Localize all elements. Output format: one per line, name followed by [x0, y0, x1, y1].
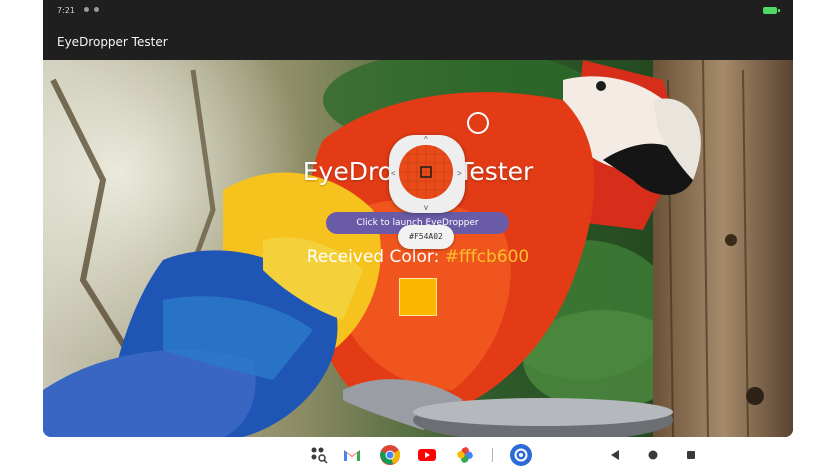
sampled-hex-chip: #F54A02	[398, 225, 454, 249]
main-content[interactable]: EyeDropper Tester Click to launch EyeDro…	[43, 60, 793, 437]
status-bar: 7:21	[43, 0, 793, 24]
notification-icon	[84, 7, 89, 12]
chevron-right-icon[interactable]: >	[457, 170, 462, 178]
chevron-down-icon[interactable]: v	[424, 204, 428, 212]
gmail-icon[interactable]	[342, 445, 362, 465]
eyedropper-target-ring[interactable]	[467, 112, 489, 134]
received-color-value: #fffcb600	[444, 247, 530, 267]
youtube-icon[interactable]	[417, 445, 437, 465]
magnifier-lens	[399, 145, 453, 199]
photos-icon[interactable]	[455, 445, 475, 465]
device-screen: 7:21 EyeDropper Tester EyeDropper Tester…	[43, 0, 793, 437]
chevron-left-icon[interactable]: <	[391, 170, 396, 178]
status-time: 7:21	[57, 6, 75, 15]
pixel-grid-icon	[399, 145, 453, 199]
apps-search-icon[interactable]	[309, 445, 329, 465]
home-icon[interactable]	[643, 445, 663, 465]
taskbar-divider	[492, 448, 493, 462]
color-swatch	[399, 278, 437, 316]
settings-icon[interactable]	[509, 443, 533, 467]
chevron-up-icon[interactable]: ^	[424, 136, 428, 144]
taskbar	[0, 437, 835, 471]
received-color-label: Received Color:	[306, 247, 445, 267]
battery-icon	[763, 7, 780, 14]
app-bar: EyeDropper Tester	[43, 24, 793, 60]
chrome-icon[interactable]	[379, 444, 401, 466]
notification-icon	[94, 7, 99, 12]
back-icon[interactable]	[605, 445, 625, 465]
eyedropper-magnifier[interactable]: ^ v < >	[389, 135, 465, 213]
received-color-row: Received Color: #fffcb600	[43, 247, 793, 267]
app-title: EyeDropper Tester	[57, 35, 168, 49]
recents-icon[interactable]	[681, 445, 701, 465]
